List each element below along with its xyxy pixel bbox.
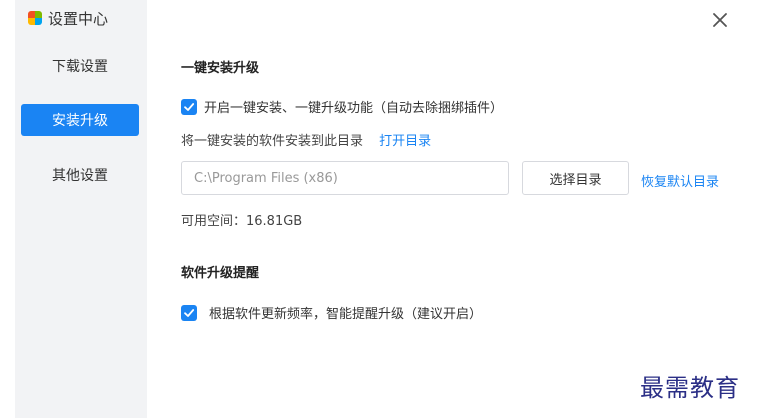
sidebar-item-label: 安装升级 xyxy=(52,113,108,129)
install-dir-text: 将一键安装的软件安装到此目录 xyxy=(181,134,364,149)
smart-upgrade-label: 根据软件更新频率，智能提醒升级（建议开启） xyxy=(209,307,483,322)
sidebar-item-label: 其他设置 xyxy=(52,168,108,184)
restore-default-dir-link[interactable]: 恢复默认目录 xyxy=(641,171,719,190)
choose-dir-button[interactable]: 选择目录 xyxy=(522,161,629,195)
one-click-install-checkbox[interactable] xyxy=(181,98,197,115)
sidebar-item-install-upgrade[interactable]: 安装升级 xyxy=(21,104,139,136)
app-title-text: 设置中心 xyxy=(48,9,109,28)
install-path-input[interactable] xyxy=(181,161,509,195)
settings-window: 设置中心 下载设置 安装升级 其他设置 一键安装升级 开启一键安装、一键升级功能… xyxy=(0,0,765,418)
close-icon xyxy=(713,13,727,27)
install-section-title: 一键安装升级 xyxy=(181,61,260,76)
smart-upgrade-option: 根据软件更新频率，智能提醒升级（建议开启） xyxy=(181,303,482,322)
close-button[interactable] xyxy=(706,6,734,34)
one-click-install-option: 开启一键安装、一键升级功能（自动去除捆绑插件） xyxy=(181,97,503,116)
free-space-text: 可用空间：16.81GB xyxy=(181,214,303,229)
sidebar-item-other-settings[interactable]: 其他设置 xyxy=(21,159,139,191)
watermark-text: 最需教育 xyxy=(640,374,740,402)
sidebar-item-label: 下载设置 xyxy=(52,59,108,75)
one-click-install-label: 开启一键安装、一键升级功能（自动去除捆绑插件） xyxy=(204,101,504,116)
open-dir-link[interactable]: 打开目录 xyxy=(379,134,431,149)
install-dir-row: 将一键安装的软件安装到此目录 打开目录 xyxy=(181,130,431,149)
check-icon xyxy=(184,102,195,111)
app-title: 设置中心 xyxy=(28,6,108,30)
upgrade-section-title: 软件升级提醒 xyxy=(181,266,260,281)
app-logo-icon xyxy=(28,11,42,25)
smart-upgrade-checkbox[interactable] xyxy=(181,304,197,321)
sidebar-item-download-settings[interactable]: 下载设置 xyxy=(21,50,139,82)
check-icon xyxy=(184,308,195,317)
